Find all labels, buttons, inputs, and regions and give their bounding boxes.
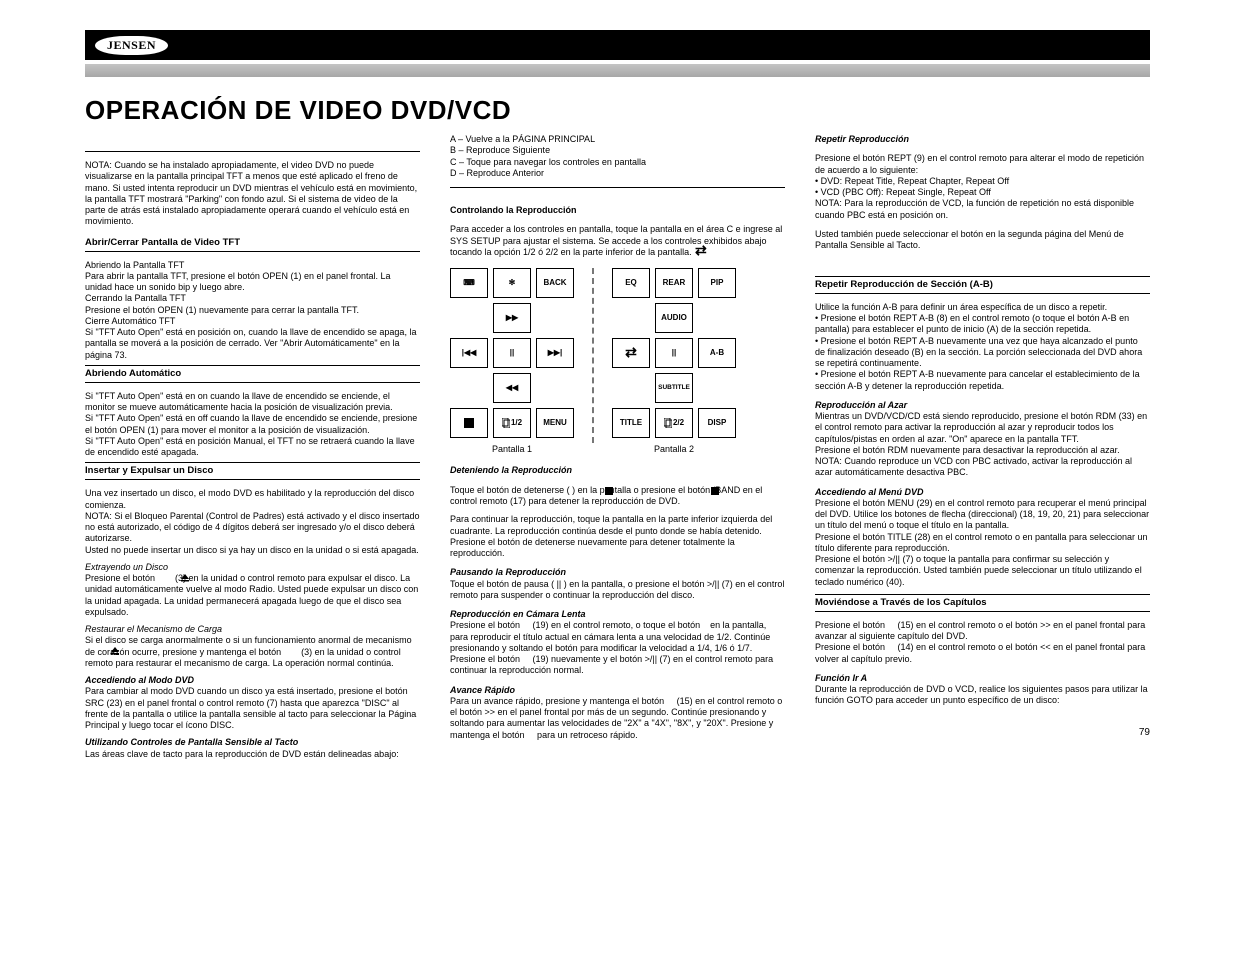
header-bar: JENSEN bbox=[85, 30, 1150, 60]
repeat-icon-inline: ⇄ bbox=[695, 242, 707, 260]
screen2-block: EQ REAR PIP AUDIO ⇄ || A-B SUBTITLE TITL… bbox=[612, 268, 736, 455]
page-1of2-button[interactable]: 1/2 bbox=[493, 408, 531, 438]
goto-body: Durante la reproducción de DVD o VCD, re… bbox=[815, 684, 1150, 707]
slow-body: Presione el botón (19) en el control rem… bbox=[450, 620, 785, 676]
sect-insert: Insertar y Expulsar un Disco bbox=[85, 462, 420, 480]
pause-button-2[interactable]: || bbox=[655, 338, 693, 368]
rewind-button[interactable]: ◀◀ bbox=[493, 373, 531, 403]
reset-body: Si el disco se carga anormalmente o si u… bbox=[85, 635, 420, 669]
stop-body: Para continuar la reproducción, toque la… bbox=[450, 514, 785, 559]
column-3: Repetir Reproducción Presione el botón R… bbox=[815, 134, 1150, 760]
fast-forward-button[interactable]: ▶▶ bbox=[493, 303, 531, 333]
column-1: NOTA: Cuando se ha instalado apropiadame… bbox=[85, 134, 420, 760]
eq-button[interactable]: EQ bbox=[612, 268, 650, 298]
note-text: NOTA: Cuando se ha instalado apropiadame… bbox=[85, 160, 420, 228]
ctrl-body: Para acceder a los controles en pantalla… bbox=[450, 224, 785, 258]
disp-button[interactable]: DISP bbox=[698, 408, 736, 438]
keyboard-icon[interactable]: ⌨ bbox=[450, 268, 488, 298]
stop-heading: Deteniendo la Reproducción bbox=[450, 465, 785, 476]
square-icon-1 bbox=[605, 487, 613, 495]
prev-button[interactable]: |◀◀ bbox=[450, 338, 488, 368]
model-number: VM9510TS bbox=[1062, 77, 1150, 98]
pause-heading: Pausando la Reproducción bbox=[450, 567, 785, 578]
page-icon-2 bbox=[664, 418, 672, 428]
auto-body: Si "TFT Auto Open" está en on cuando la … bbox=[85, 391, 420, 459]
repeat-icon: ⇄ bbox=[625, 344, 637, 362]
screen1-label: Pantalla 1 bbox=[450, 444, 574, 455]
mov-body: Presione el botón (15) en el control rem… bbox=[815, 620, 1150, 665]
screen-divider bbox=[592, 268, 594, 443]
screen1-block: ⌨ ✻ BACK ▶▶ |◀◀ || ▶▶| ◀◀ 1/2 bbox=[450, 268, 574, 455]
repeat-button[interactable]: ⇄ bbox=[612, 338, 650, 368]
stop-button[interactable] bbox=[450, 408, 488, 438]
ctrl-heading: Controlando la Reproducción bbox=[450, 205, 785, 216]
mov-heading: Moviéndose a Través de los Capítulos bbox=[815, 594, 1150, 612]
reset-heading: Restaurar el Mecanismo de Carga bbox=[85, 624, 420, 635]
ab-body: Utilice la función A-B para definir un á… bbox=[815, 302, 1150, 392]
rpt-body2: Usted también puede seleccionar el botón… bbox=[815, 229, 1150, 252]
rand-heading: Reproducción al Azar bbox=[815, 400, 1150, 411]
pause-button[interactable]: || bbox=[493, 338, 531, 368]
page-2of2-button[interactable]: 2/2 bbox=[655, 408, 693, 438]
page-number: 79 bbox=[815, 727, 1150, 740]
page-title: OPERACIÓN DE VIDEO DVD/VCD bbox=[85, 95, 511, 126]
touch-areas-list: A – Vuelve a la PÁGINA PRINCIPAL B – Rep… bbox=[450, 134, 785, 179]
access-heading: Accediendo al Modo DVD bbox=[85, 675, 420, 686]
eject-icon bbox=[180, 572, 190, 582]
next-button[interactable]: ▶▶| bbox=[536, 338, 574, 368]
menu-button[interactable]: MENU bbox=[536, 408, 574, 438]
eject-heading: Extrayendo un Disco bbox=[85, 562, 420, 573]
rpt-body1: Presione el botón REPT (9) en el control… bbox=[815, 153, 1150, 221]
brand-logo: JENSEN bbox=[95, 36, 168, 55]
setup-icon[interactable]: ✻ bbox=[493, 268, 531, 298]
nav-body: Presione el botón MENU (29) en el contro… bbox=[815, 498, 1150, 588]
pip-button[interactable]: PIP bbox=[698, 268, 736, 298]
back-button[interactable]: BACK bbox=[536, 268, 574, 298]
stop-icon bbox=[464, 418, 474, 428]
audio-button[interactable]: AUDIO bbox=[655, 303, 693, 333]
insert-body: Una vez insertado un disco, el modo DVD … bbox=[85, 488, 420, 556]
ab-button[interactable]: A-B bbox=[698, 338, 736, 368]
sect-auto: Abriendo Automático bbox=[85, 365, 420, 383]
nav-heading: Accediendo al Menú DVD bbox=[815, 487, 1150, 498]
column-2: A – Vuelve a la PÁGINA PRINCIPAL B – Rep… bbox=[450, 134, 785, 760]
eject-icon-2 bbox=[110, 645, 120, 655]
slow-heading: Reproducción en Cámara Lenta bbox=[450, 609, 785, 620]
goto-heading: Función Ir A bbox=[815, 673, 1150, 684]
eject-body: Presione el botón (3) en la unidad o con… bbox=[85, 573, 420, 618]
access-body: Para cambiar al modo DVD cuando un disco… bbox=[85, 686, 420, 731]
sect-open-close: Abrir/Cerrar Pantalla de Video TFT bbox=[85, 234, 420, 252]
screen2-label: Pantalla 2 bbox=[612, 444, 736, 455]
stop-caption: Toque el botón de detenerse ( ) en la pa… bbox=[450, 485, 785, 508]
ff-heading: Avance Rápido bbox=[450, 685, 785, 696]
rpt-heading: Repetir Reproducción bbox=[815, 134, 1150, 145]
grey-band bbox=[85, 64, 1150, 77]
rand-body: Mientras un DVD/VCD/CD está siendo repro… bbox=[815, 411, 1150, 479]
tft-body: Las áreas clave de tacto para la reprodu… bbox=[85, 749, 420, 760]
pause-body: Toque el botón de pausa ( || ) en la pan… bbox=[450, 579, 785, 602]
title-button[interactable]: TITLE bbox=[612, 408, 650, 438]
subtitle-button[interactable]: SUBTITLE bbox=[655, 373, 693, 403]
square-icon-2 bbox=[711, 487, 719, 495]
tft-heading: Utilizando Controles de Pantalla Sensibl… bbox=[85, 737, 420, 748]
ff-body: Para un avance rápido, presione y manten… bbox=[450, 696, 785, 741]
open-body: Abriendo la Pantalla TFT Para abrir la p… bbox=[85, 260, 420, 361]
page-icon bbox=[502, 418, 510, 428]
rear-button[interactable]: REAR bbox=[655, 268, 693, 298]
ab-heading: Repetir Reproducción de Sección (A-B) bbox=[815, 276, 1150, 294]
